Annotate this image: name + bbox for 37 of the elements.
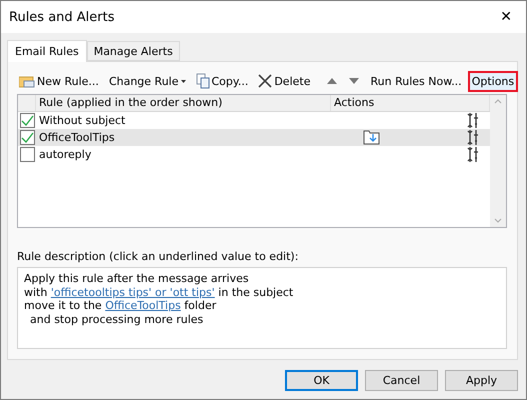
description-label: Rule description (click an underlined value to edit): xyxy=(17,250,300,263)
dialog-button[interactable]: Apply xyxy=(445,370,518,391)
tab[interactable]: Manage Alerts xyxy=(86,41,180,61)
dialog-button[interactable]: Cancel xyxy=(365,370,438,391)
copy-icon xyxy=(196,73,210,89)
new-rule-icon xyxy=(19,74,35,88)
value-link[interactable]: OfficeToolTips xyxy=(105,299,181,312)
caret-icon xyxy=(180,80,186,82)
copy-button[interactable]: Copy... xyxy=(194,71,250,91)
column-header[interactable]: Rule (applied in the order shown) xyxy=(36,95,331,111)
description-line: move it to the OfficeToolTips folder xyxy=(24,299,218,312)
description-line: with 'officetooltips tips' or 'ott tips' in the subject xyxy=(24,286,294,299)
checkbox[interactable] xyxy=(20,130,35,145)
move-up-icon xyxy=(326,77,338,85)
tools-icon xyxy=(467,129,479,146)
move-down-icon xyxy=(348,77,360,85)
checkbox[interactable] xyxy=(20,113,35,128)
value-link[interactable]: 'officetooltips tips' or 'ott tips' xyxy=(50,286,215,298)
run-rules-now-button[interactable]: Run Rules Now... xyxy=(368,72,464,90)
rule-name: Without subject xyxy=(38,114,126,127)
delete-icon xyxy=(258,74,272,88)
options-button[interactable]: Options xyxy=(470,72,516,90)
rule-name: autoreply xyxy=(38,148,92,161)
rule-row[interactable]: OfficeToolTips xyxy=(18,129,490,146)
description-line: and stop processing more rules xyxy=(29,312,204,326)
checkbox[interactable] xyxy=(20,147,35,162)
tools-icon xyxy=(467,112,479,129)
change-rule-button[interactable]: Change Rule xyxy=(106,72,188,90)
close-button[interactable]: ✕ xyxy=(496,9,516,25)
tools-icon xyxy=(467,146,479,163)
description-line: Apply this rule after the message arrives xyxy=(24,272,250,286)
dialog-button[interactable]: OK xyxy=(285,370,358,391)
tab[interactable]: Email Rules xyxy=(7,40,87,62)
new-rule-button[interactable]: New Rule... xyxy=(17,72,101,90)
rule-name: OfficeToolTips xyxy=(38,131,116,144)
delete-button[interactable]: Delete xyxy=(256,72,312,90)
window-title: Rules and Alerts xyxy=(9,10,115,24)
